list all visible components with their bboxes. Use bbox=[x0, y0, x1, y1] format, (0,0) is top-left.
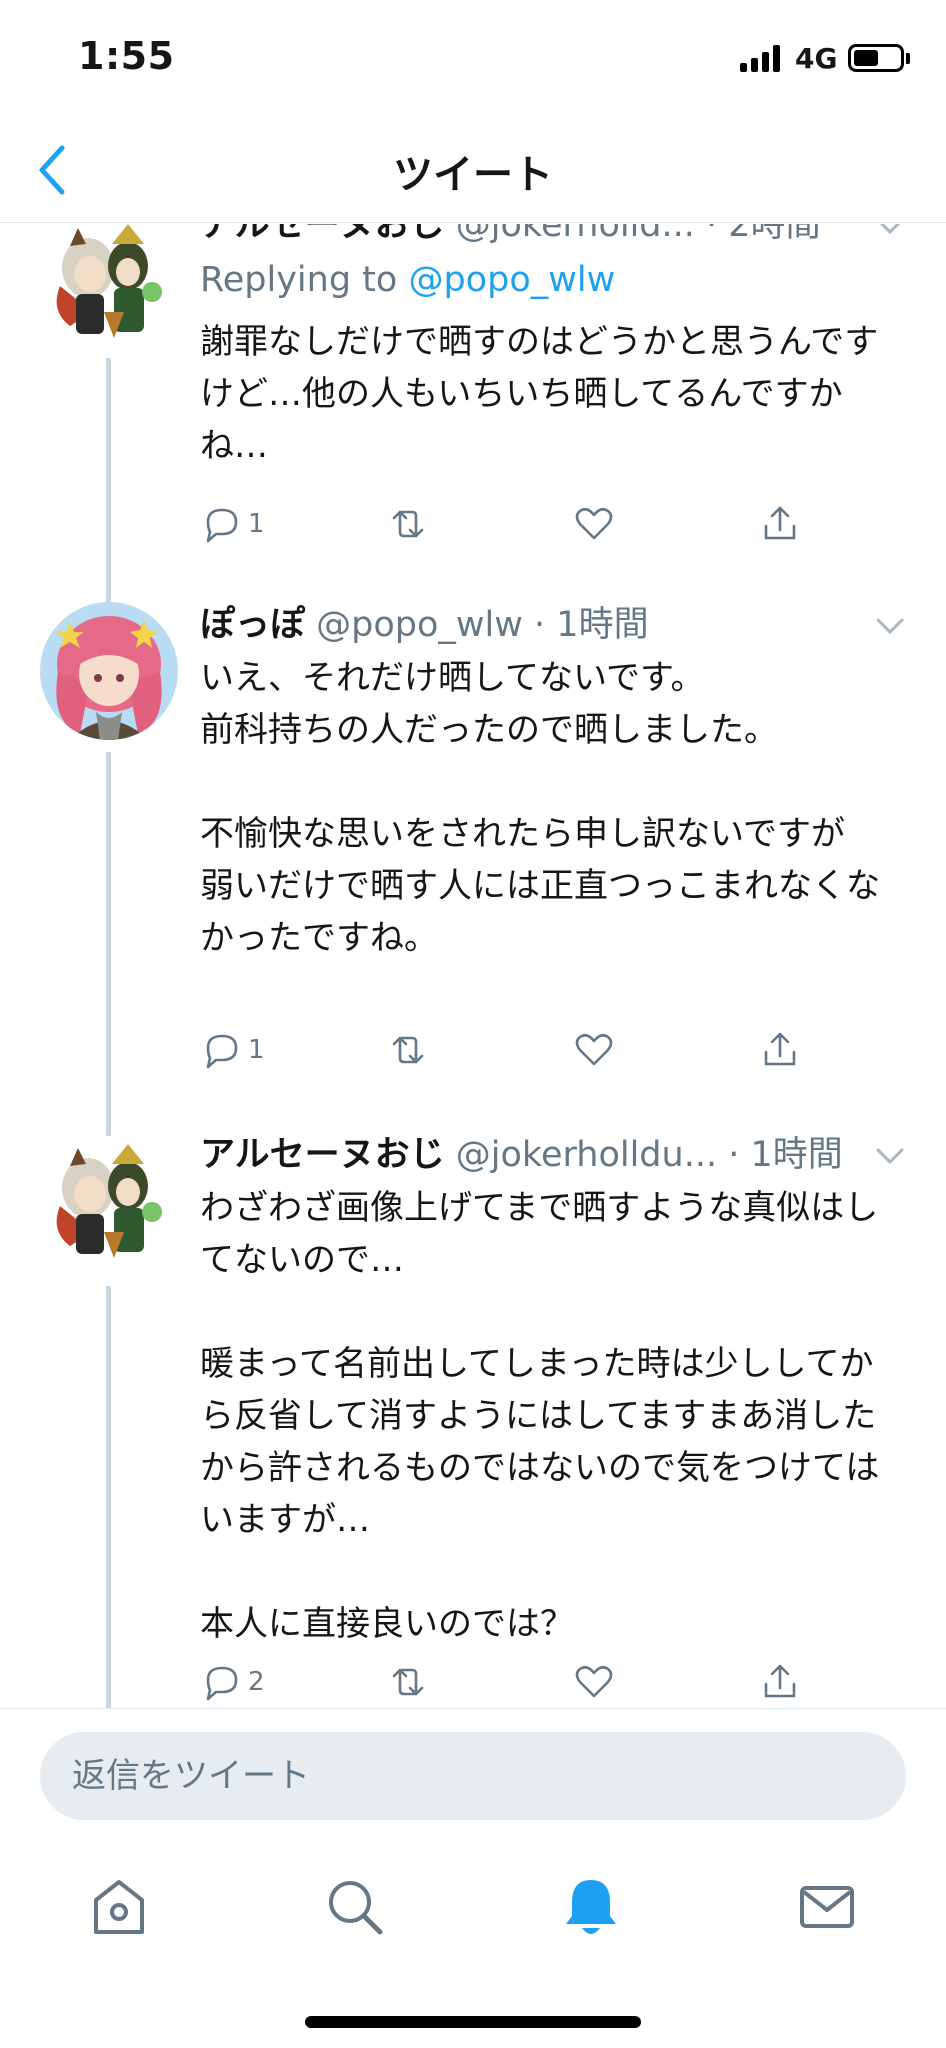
share-icon bbox=[764, 506, 796, 540]
anime-characters-avatar-icon bbox=[40, 224, 178, 354]
tab-messages[interactable] bbox=[794, 1874, 860, 1940]
tweet-meta: アルセーヌおじ @jokerholldu... · 1時間 bbox=[200, 1132, 900, 1178]
like-button[interactable] bbox=[572, 1658, 616, 1706]
reply-composer-bar bbox=[0, 1708, 946, 1838]
author-handle[interactable]: @popo_wlw bbox=[316, 605, 523, 645]
avatar[interactable] bbox=[40, 224, 178, 354]
battery-icon bbox=[848, 44, 904, 72]
retweet-button[interactable] bbox=[386, 1658, 430, 1706]
reply-count: 1 bbox=[248, 509, 265, 539]
heart-icon bbox=[575, 1033, 613, 1066]
network-type: 4G bbox=[795, 42, 838, 75]
retweet-icon bbox=[392, 510, 424, 538]
author-handle[interactable]: @jokerholldu... bbox=[456, 1135, 717, 1175]
heart-icon bbox=[575, 1665, 613, 1698]
battery-tip bbox=[906, 53, 910, 64]
tab-home[interactable] bbox=[86, 1874, 152, 1940]
share-icon bbox=[764, 1032, 796, 1066]
tab-search[interactable] bbox=[322, 1874, 388, 1940]
tweet-time: · 1時間 bbox=[728, 1135, 843, 1175]
status-bar: 1:55 4G bbox=[0, 0, 946, 120]
search-icon bbox=[329, 1881, 383, 1935]
home-icon bbox=[94, 1880, 144, 1934]
retweet-icon bbox=[392, 1668, 424, 1696]
home-indicator[interactable] bbox=[305, 2016, 641, 2028]
author-handle[interactable]: @jokerholld... bbox=[456, 224, 695, 245]
like-button[interactable] bbox=[572, 1026, 616, 1074]
reply-icon bbox=[206, 508, 238, 543]
tweet-text: いえ、それだけ晒してないです。 前科持ちの人だったので晒しました。 不愉快な思い… bbox=[200, 658, 880, 958]
anime-characters-avatar-icon bbox=[40, 1136, 178, 1274]
thread-line bbox=[106, 574, 111, 602]
reply-button[interactable]: 1 bbox=[200, 1026, 265, 1074]
author-name[interactable]: アルセーヌおじ bbox=[200, 224, 445, 245]
tweet-body: アルセーヌおじ @jokerholldu... · 1時間 わざわざ画像上げてま… bbox=[200, 1132, 904, 1650]
nav-header: ツイート bbox=[0, 120, 946, 223]
chevron-down-icon[interactable] bbox=[874, 224, 906, 236]
replying-label: Replying to bbox=[200, 260, 398, 300]
tweet[interactable]: アルセーヌおじ @jokerholldu... · 1時間 わざわざ画像上げてま… bbox=[0, 1102, 946, 1708]
tweet-time: · 2時間 bbox=[706, 224, 821, 245]
thread-line bbox=[106, 752, 111, 1104]
tweet[interactable]: アルセーヌおじ @jokerholld... · 2時間 Replying to… bbox=[0, 224, 946, 588]
thread-line bbox=[106, 1286, 111, 1708]
tweet-meta: アルセーヌおじ @jokerholld... · 2時間 bbox=[200, 224, 900, 248]
reply-icon bbox=[206, 1034, 238, 1069]
tweet-body: アルセーヌおじ @jokerholld... · 2時間 Replying to… bbox=[200, 224, 901, 472]
cellular-signal-icon bbox=[740, 44, 784, 72]
tweet-actions: 1 bbox=[200, 1026, 820, 1074]
tab-notifications[interactable] bbox=[558, 1874, 624, 1940]
share-button[interactable] bbox=[758, 1658, 802, 1706]
reply-input[interactable] bbox=[40, 1732, 906, 1820]
like-button[interactable] bbox=[572, 500, 616, 548]
reply-button[interactable]: 1 bbox=[200, 500, 265, 548]
thread-line bbox=[106, 358, 111, 588]
avatar[interactable] bbox=[40, 1136, 178, 1274]
heart-icon bbox=[575, 507, 613, 540]
tweet-actions: 2 bbox=[200, 1658, 820, 1706]
tweet-text: 謝罪なしだけで晒すのはどうかと思うんですけど…他の人もいちいち晒してるんですかね… bbox=[200, 322, 879, 466]
replying-handle[interactable]: @popo_wlw bbox=[408, 260, 615, 300]
reply-icon bbox=[206, 1666, 238, 1701]
thread-line bbox=[106, 1102, 111, 1136]
retweet-icon bbox=[392, 1036, 424, 1064]
messages-icon bbox=[800, 1886, 854, 1928]
tweet-actions: 1 bbox=[200, 500, 820, 548]
chevron-down-icon[interactable] bbox=[874, 616, 906, 636]
author-name[interactable]: ぽっぽ bbox=[200, 605, 305, 645]
tweet[interactable]: ぽっぽ @popo_wlw · 1時間 いえ、それだけ晒してないです。 前科持ち… bbox=[0, 574, 946, 1104]
replying-to: Replying to @popo_wlw bbox=[200, 254, 900, 306]
author-name[interactable]: アルセーヌおじ bbox=[200, 1135, 445, 1175]
share-button[interactable] bbox=[758, 500, 802, 548]
tweet-text: わざわざ画像上げてまで晒すような真似はしてないので… 暖まって名前出してしまった… bbox=[200, 1188, 880, 1644]
tweet-body: ぽっぽ @popo_wlw · 1時間 いえ、それだけ晒してないです。 前科持ち… bbox=[200, 602, 904, 964]
reply-count: 2 bbox=[248, 1667, 265, 1697]
reply-count: 1 bbox=[248, 1035, 265, 1065]
chevron-down-icon[interactable] bbox=[874, 1146, 906, 1166]
retweet-button[interactable] bbox=[386, 500, 430, 548]
notifications-icon bbox=[566, 1880, 616, 1934]
reply-button[interactable]: 2 bbox=[200, 1658, 265, 1706]
tweet-time: · 1時間 bbox=[534, 605, 649, 645]
page-title: ツイート bbox=[393, 152, 553, 198]
tweet-meta: ぽっぽ @popo_wlw · 1時間 bbox=[200, 602, 900, 648]
share-icon bbox=[764, 1664, 796, 1698]
status-time: 1:55 bbox=[78, 34, 175, 78]
tab-bar bbox=[0, 1838, 946, 2048]
pink-hair-girl-avatar-icon bbox=[40, 602, 178, 740]
share-button[interactable] bbox=[758, 1026, 802, 1074]
tweet-thread[interactable]: アルセーヌおじ @jokerholld... · 2時間 Replying to… bbox=[0, 224, 946, 1708]
retweet-button[interactable] bbox=[386, 1026, 430, 1074]
avatar[interactable] bbox=[40, 602, 178, 740]
